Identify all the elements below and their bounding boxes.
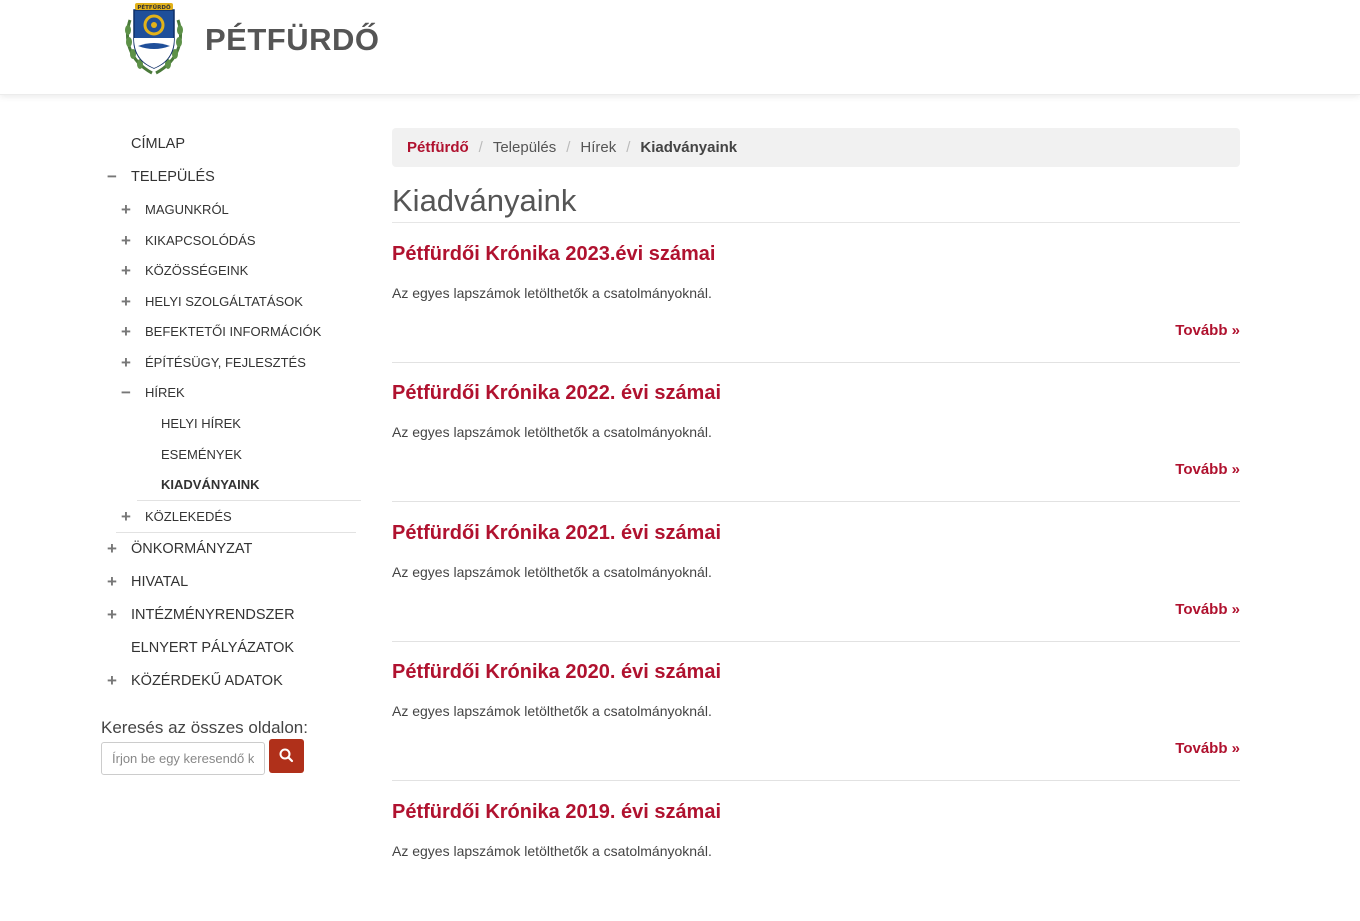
expand-plus-icon[interactable]: + (104, 603, 120, 627)
active-item-divider (137, 500, 361, 501)
expand-plus-icon[interactable]: + (118, 351, 134, 375)
sidebar-item-label: HÍREK (145, 385, 185, 400)
expand-plus-icon[interactable]: + (118, 198, 134, 222)
svg-text:PÉTFÜRDŐ: PÉTFÜRDŐ (137, 3, 171, 11)
sidebar-item-közlekedés[interactable]: + KÖZLEKEDÉS (100, 505, 362, 529)
article-title-link[interactable]: Pétfürdői Krónika 2023.évi számai (392, 243, 715, 266)
sidebar-item-befektetői-információk[interactable]: + BEFEKTETŐI INFORMÁCIÓK (100, 320, 362, 344)
breadcrumb-separator: / (626, 139, 631, 156)
read-more-link[interactable]: Tovább » (1175, 601, 1240, 618)
expand-plus-icon[interactable]: + (104, 669, 120, 693)
sidebar-item-hírek[interactable]: − HÍREK (100, 381, 362, 405)
read-more-link[interactable]: Tovább » (1175, 461, 1240, 478)
site-title[interactable]: PÉTFÜRDŐ (205, 22, 380, 58)
sidebar-item-label: KIKAPCSOLÓDÁS (145, 233, 256, 248)
expand-plus-icon[interactable]: + (104, 570, 120, 594)
sidebar-item-település[interactable]: − TELEPÜLÉS (100, 165, 362, 189)
sidebar-item-label: KÖZÉRDEKŰ ADATOK (131, 673, 283, 689)
sidebar-item-intézményrendszer[interactable]: + INTÉZMÉNYRENDSZER (100, 603, 362, 627)
sidebar-item-label: ÉPÍTÉSÜGY, FEJLESZTÉS (145, 355, 306, 370)
article-title-link[interactable]: Pétfürdői Krónika 2020. évi számai (392, 661, 721, 684)
sidebar-item-kiadványaink[interactable]: KIADVÁNYAINK (100, 473, 362, 497)
sidebar-item-label: HELYI SZOLGÁLTATÁSOK (145, 294, 303, 309)
read-more-link[interactable]: Tovább » (1175, 740, 1240, 757)
submenu-divider (116, 532, 356, 533)
sidebar-item-események[interactable]: ESEMÉNYEK (100, 443, 362, 467)
sidebar-item-label: TELEPÜLÉS (131, 169, 215, 185)
collapse-minus-icon[interactable]: − (118, 381, 134, 405)
expand-plus-icon[interactable]: + (118, 505, 134, 529)
breadcrumb-separator: / (478, 139, 483, 156)
sidebar-item-közösségeink[interactable]: + KÖZÖSSÉGEINK (100, 259, 362, 283)
breadcrumb-home-link[interactable]: Pétfürdő (407, 139, 469, 156)
collapse-minus-icon[interactable]: − (104, 165, 120, 189)
sidebar-item-közérdekű-adatok[interactable]: + KÖZÉRDEKŰ ADATOK (100, 669, 362, 693)
article-summary: Az egyes lapszámok letölthetők a csatolm… (392, 285, 712, 301)
sidebar-item-label: KIADVÁNYAINK (161, 477, 260, 492)
sidebar-item-label: KÖZÖSSÉGEINK (145, 263, 249, 278)
search-input[interactable] (101, 742, 265, 775)
sidebar-item-label: ÖNKORMÁNYZAT (131, 541, 253, 557)
article-teaser: Pétfürdői Krónika 2021. évi számai Az egy… (392, 502, 1240, 642)
search-icon (279, 748, 294, 763)
sidebar-item-építésügy-fejlesztés[interactable]: + ÉPÍTÉSÜGY, FEJLESZTÉS (100, 351, 362, 375)
sidebar-item-label: ESEMÉNYEK (161, 447, 242, 462)
sidebar-item-hivatal[interactable]: + HIVATAL (100, 570, 362, 594)
breadcrumb: Pétfürdő / Település / Hírek / Kiadványaink (392, 128, 1240, 167)
page-title: Kiadványaink (392, 183, 577, 218)
article-title-link[interactable]: Pétfürdői Krónika 2019. évi számai (392, 801, 721, 824)
sidebar-item-önkormányzat[interactable]: + ÖNKORMÁNYZAT (100, 537, 362, 561)
sidebar-item-label: MAGUNKRÓL (145, 202, 229, 217)
breadcrumb-current: Kiadványaink (640, 139, 738, 156)
article-teaser: Pétfürdői Krónika 2019. évi számai Az egy… (392, 781, 1240, 921)
petfurdo-coat-of-arms-icon[interactable]: PÉTFÜRDŐ (122, 0, 186, 76)
expand-plus-icon[interactable]: + (104, 537, 120, 561)
article-teaser: Pétfürdői Krónika 2022. évi számai Az egy… (392, 362, 1240, 502)
search-button[interactable] (269, 739, 304, 773)
sidebar-item-label: BEFEKTETŐI INFORMÁCIÓK (145, 324, 322, 339)
sidebar-item-label: KÖZLEKEDÉS (145, 509, 232, 524)
article-title-link[interactable]: Pétfürdői Krónika 2022. évi számai (392, 382, 721, 405)
breadcrumb-separator: / (566, 139, 571, 156)
read-more-link[interactable]: Tovább » (1175, 322, 1240, 339)
expand-plus-icon[interactable]: + (118, 259, 134, 283)
article-summary: Az egyes lapszámok letölthetők a csatolm… (392, 843, 712, 859)
search-label: Keresés az összes oldalon: (101, 718, 308, 737)
sidebar-item-helyi-hírek[interactable]: HELYI HÍREK (100, 412, 362, 436)
sidebar-item-címlap[interactable]: CÍMLAP (100, 132, 362, 156)
sidebar-item-kikapcsolódás[interactable]: + KIKAPCSOLÓDÁS (100, 229, 362, 253)
sidebar-item-label: HIVATAL (131, 574, 189, 590)
article-teaser: Pétfürdői Krónika 2020. évi számai Az egy… (392, 641, 1240, 781)
sidebar-item-label: HELYI HÍREK (161, 416, 241, 431)
article-summary: Az egyes lapszámok letölthetők a csatolm… (392, 564, 712, 580)
article-title-link[interactable]: Pétfürdői Krónika 2021. évi számai (392, 522, 721, 545)
sidebar-item-label: CÍMLAP (131, 136, 185, 152)
expand-plus-icon[interactable]: + (118, 229, 134, 253)
expand-plus-icon[interactable]: + (118, 320, 134, 344)
sidebar-item-label: ELNYERT PÁLYÁZATOK (131, 640, 295, 656)
site-header: PÉTFÜRDŐ PÉTFÜRDŐ (0, 0, 1360, 95)
sidebar-item-helyi-szolgáltatások[interactable]: + HELYI SZOLGÁLTATÁSOK (100, 290, 362, 314)
sidebar-item-label: INTÉZMÉNYRENDSZER (131, 607, 295, 623)
sidebar-item-elnyert-pályázatok[interactable]: ELNYERT PÁLYÁZATOK (100, 636, 362, 660)
expand-plus-icon[interactable]: + (118, 290, 134, 314)
breadcrumb-link-hirek[interactable]: Hírek (580, 139, 616, 156)
article-teaser: Pétfürdői Krónika 2023.évi számai Az egye… (392, 223, 1240, 363)
breadcrumb-link-telepules[interactable]: Település (493, 139, 556, 156)
sidebar-item-magunkról[interactable]: + MAGUNKRÓL (100, 198, 362, 222)
article-summary: Az egyes lapszámok letölthetők a csatolm… (392, 424, 712, 440)
article-summary: Az egyes lapszámok letölthetők a csatolm… (392, 703, 712, 719)
